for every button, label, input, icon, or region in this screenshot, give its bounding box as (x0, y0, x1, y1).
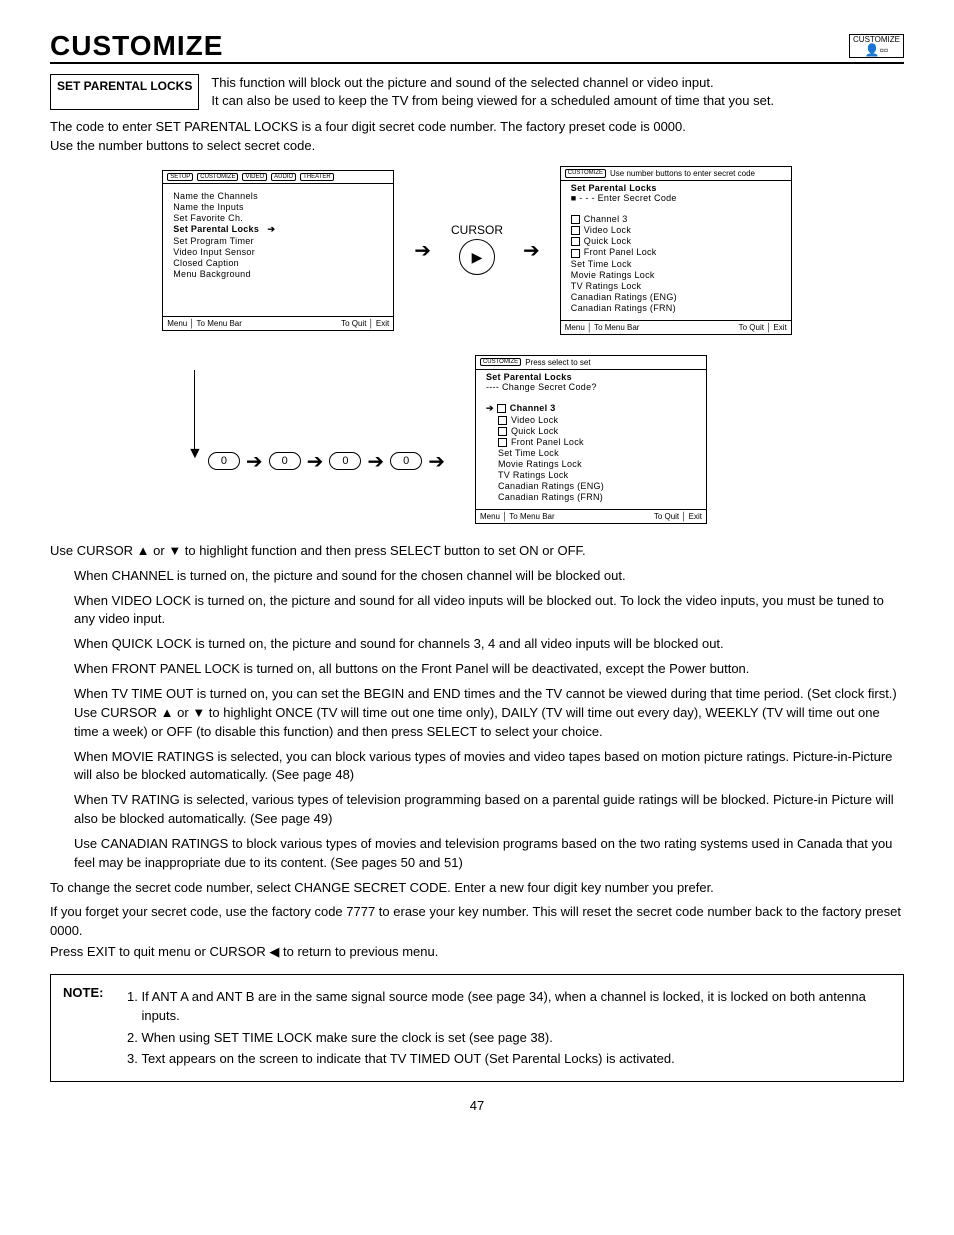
note-item: If ANT A and ANT B are in the same signa… (141, 987, 891, 1026)
tab-video: VIDEO (242, 173, 267, 182)
note-item: Text appears on the screen to indicate t… (141, 1049, 891, 1069)
person-tv-icon: 👤▫▫ (853, 44, 900, 56)
note-label: NOTE: (63, 985, 103, 1071)
arrow-right-icon: ➔ (414, 238, 431, 263)
tab-setup: SETUP (167, 173, 193, 182)
tab-customize: CUSTOMIZE (197, 173, 238, 182)
osd-enter-code: CUSTOMIZE Use number buttons to enter se… (560, 166, 792, 335)
osd3-item: Video Lock (486, 415, 696, 425)
osd3-item: Canadian Ratings (ENG) (486, 481, 696, 491)
osd3-item: Set Time Lock (486, 448, 696, 458)
osd2-title: Set Parental Locks (561, 181, 791, 193)
osd3-subtitle: ---- Change Secret Code? (476, 382, 706, 396)
osd3-item-selected: Channel 3 (486, 403, 696, 414)
osd2-subtitle: ■ - - - Enter Secret Code (561, 193, 791, 207)
osd1-tabs: SETUP CUSTOMIZE VIDEO AUDIO THEATER (163, 171, 393, 185)
osd3-footer: Menu │ To Menu Bar To Quit │ Exit (476, 509, 706, 523)
intro-line2: It can also be used to keep the TV from … (211, 92, 774, 110)
instr-exit: Press EXIT to quit menu or CURSOR ◀ to r… (50, 943, 904, 962)
instr-quick: When QUICK LOCK is turned on, the pictur… (74, 635, 904, 654)
osd2-item: Canadian Ratings (ENG) (571, 292, 781, 302)
flow-row-1: SETUP CUSTOMIZE VIDEO AUDIO THEATER Name… (50, 166, 904, 335)
instr-tv: When TV RATING is selected, various type… (74, 791, 904, 829)
note-list: If ANT A and ANT B are in the same signa… (123, 985, 891, 1071)
code-entry-row: 0 ➔ 0 ➔ 0 ➔ 0 ➔ (208, 449, 445, 474)
osd2-item: Canadian Ratings (FRN) (571, 303, 781, 313)
tab-customize: CUSTOMIZE (565, 169, 606, 178)
osd1-item: Video Input Sensor (173, 247, 383, 257)
arrow-down-icon: ▼ (187, 450, 203, 458)
arrow-right-icon: ➔ (523, 238, 540, 263)
osd2-item: Channel 3 (571, 214, 781, 224)
osd1-item: Set Favorite Ch. (173, 213, 383, 223)
code-digit: 0 (269, 452, 301, 470)
instr-forget: If you forget your secret code, use the … (50, 903, 904, 941)
osd1-item: Closed Caption (173, 258, 383, 268)
osd3-body: Channel 3 Video Lock Quick Lock Front Pa… (476, 396, 706, 509)
osd-parental-locks: CUSTOMIZE Press select to set Set Parent… (475, 355, 707, 524)
osd1-item: Name the Inputs (173, 202, 383, 212)
section-label: SET PARENTAL LOCKS (50, 74, 199, 110)
arrow-right-icon: ➔ (367, 449, 384, 474)
note-box: NOTE: If ANT A and ANT B are in the same… (50, 974, 904, 1082)
diagram-area: SETUP CUSTOMIZE VIDEO AUDIO THEATER Name… (50, 166, 904, 524)
osd2-item: Quick Lock (571, 236, 781, 246)
tab-customize: CUSTOMIZE (480, 358, 521, 367)
osd3-top: CUSTOMIZE Press select to set (476, 356, 706, 370)
intro-line1: This function will block out the picture… (211, 74, 774, 92)
instr-canadian: Use CANADIAN RATINGS to block various ty… (74, 835, 904, 873)
flow-row-2: ▼ 0 ➔ 0 ➔ 0 ➔ 0 ➔ CUSTOMIZE Press select… (50, 355, 904, 524)
cursor-label: CURSOR (451, 223, 503, 237)
osd2-item: Front Panel Lock (571, 247, 781, 257)
instr-timeout: When TV TIME OUT is turned on, you can s… (74, 685, 904, 742)
intro-row: SET PARENTAL LOCKS This function will bl… (50, 74, 904, 110)
osd2-item: TV Ratings Lock (571, 281, 781, 291)
osd2-footer: Menu │ To Menu Bar To Quit │ Exit (561, 320, 791, 334)
osd1-footer: Menu │ To Menu Bar To Quit │ Exit (163, 316, 393, 330)
arrow-right-icon: ➔ (307, 449, 324, 474)
osd3-item: Movie Ratings Lock (486, 459, 696, 469)
tab-audio: AUDIO (271, 173, 296, 182)
osd3-item: TV Ratings Lock (486, 470, 696, 480)
osd-customize-menu: SETUP CUSTOMIZE VIDEO AUDIO THEATER Name… (162, 170, 394, 332)
code-digit: 0 (329, 452, 361, 470)
osd1-item: Set Program Timer (173, 236, 383, 246)
osd1-item: Name the Channels (173, 191, 383, 201)
osd2-hint: Use number buttons to enter secret code (610, 169, 755, 178)
cursor-button: CURSOR ▶ (451, 223, 503, 277)
osd2-top: CUSTOMIZE Use number buttons to enter se… (561, 167, 791, 181)
osd3-item: Quick Lock (486, 426, 696, 436)
page-number: 47 (50, 1098, 904, 1113)
customize-icon: CUSTOMIZE 👤▫▫ (849, 34, 904, 58)
arrow-right-icon: ➔ (246, 449, 263, 474)
intro-text: This function will block out the picture… (211, 74, 774, 110)
osd2-item: Movie Ratings Lock (571, 270, 781, 280)
osd2-item: Set Time Lock (571, 259, 781, 269)
osd1-body: Name the Channels Name the Inputs Set Fa… (163, 184, 393, 316)
instr-front: When FRONT PANEL LOCK is turned on, all … (74, 660, 904, 679)
page-title: CUSTOMIZE (50, 30, 223, 62)
osd3-title: Set Parental Locks (476, 370, 706, 382)
osd1-item: Menu Background (173, 269, 383, 279)
osd3-item: Front Panel Lock (486, 437, 696, 447)
osd2-item: Video Lock (571, 225, 781, 235)
code-digit: 0 (208, 452, 240, 470)
para-code-info: The code to enter SET PARENTAL LOCKS is … (50, 118, 904, 156)
instr-channel: When CHANNEL is turned on, the picture a… (74, 567, 904, 586)
osd3-hint: Press select to set (525, 358, 590, 367)
down-arrow-col: ▼ (187, 370, 203, 458)
page-header: CUSTOMIZE CUSTOMIZE 👤▫▫ (50, 30, 904, 64)
osd3-item: Canadian Ratings (FRN) (486, 492, 696, 502)
instr-video: When VIDEO LOCK is turned on, the pictur… (74, 592, 904, 630)
cursor-right-icon: ▶ (459, 239, 495, 275)
code-digit: 0 (390, 452, 422, 470)
arrow-right-icon: ➔ (428, 449, 445, 474)
instr-change: To change the secret code number, select… (50, 879, 904, 898)
osd2-body: Channel 3 Video Lock Quick Lock Front Pa… (561, 207, 791, 320)
instr-lead: Use CURSOR ▲ or ▼ to highlight function … (50, 542, 904, 561)
tab-theater: THEATER (300, 173, 334, 182)
instr-movie: When MOVIE RATINGS is selected, you can … (74, 748, 904, 786)
osd1-item-selected: Set Parental Locks ➔ (173, 224, 383, 235)
note-item: When using SET TIME LOCK make sure the c… (141, 1028, 891, 1048)
